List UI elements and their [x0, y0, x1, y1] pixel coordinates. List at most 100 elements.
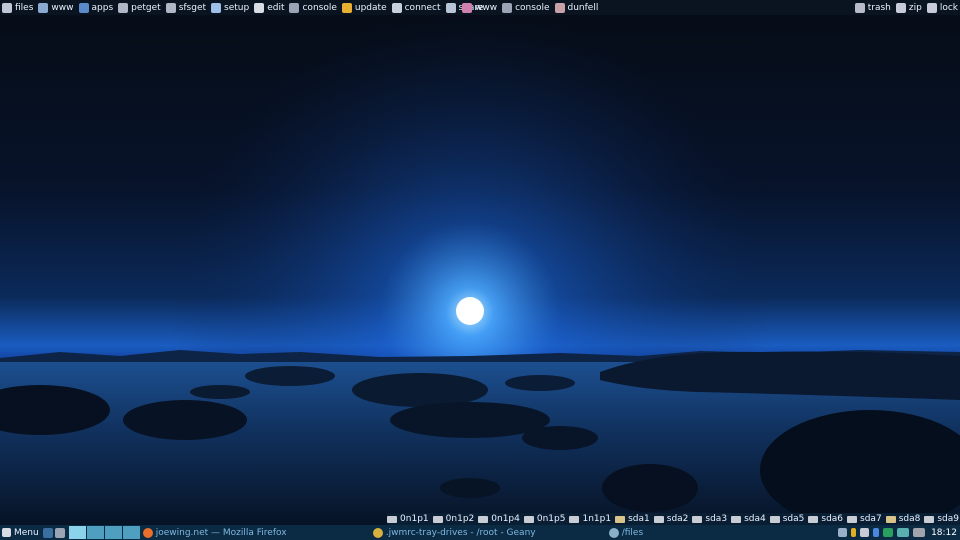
- drive-1n1p1[interactable]: 1n1p1: [569, 514, 611, 524]
- terminal-icon[interactable]: [54, 527, 65, 538]
- drive-label: 0n1p1: [400, 514, 429, 524]
- launcher-group-right: trash zip lock: [854, 0, 958, 15]
- drive-0n1p2[interactable]: 0n1p2: [432, 514, 475, 524]
- launcher-label: petget: [131, 2, 161, 13]
- drive-icon: [387, 515, 398, 523]
- drive-0n1p4[interactable]: 0n1p4: [478, 514, 520, 524]
- window-title: /files: [621, 527, 644, 538]
- desktop-pager: [68, 526, 141, 539]
- launcher-www[interactable]: www: [38, 2, 74, 13]
- launcher-label: files: [15, 2, 34, 13]
- battery-tray-icon[interactable]: [851, 528, 857, 537]
- memory-monitor-icon[interactable]: [897, 528, 910, 537]
- launcher-connect[interactable]: connect: [391, 2, 441, 13]
- pager-desktop-2[interactable]: [86, 526, 104, 539]
- launcher-trash[interactable]: trash: [854, 2, 891, 13]
- launcher-sfsget[interactable]: sfsget: [165, 2, 207, 13]
- bluetooth-tray-icon[interactable]: [873, 528, 880, 537]
- drive-icon: [523, 515, 534, 523]
- launcher-www[interactable]: www: [462, 2, 497, 13]
- drive-sda1[interactable]: sda1: [615, 514, 650, 524]
- launcher-zip[interactable]: zip: [895, 2, 922, 13]
- drive-sda7[interactable]: sda7: [847, 514, 882, 524]
- launcher-label: www: [51, 2, 74, 13]
- launcher-label: sfsget: [178, 2, 207, 13]
- network-tray-icon[interactable]: [838, 528, 848, 537]
- pager-desktop-3[interactable]: [104, 526, 122, 539]
- drive-sda2[interactable]: sda2: [653, 514, 689, 524]
- launcher-label: edit: [267, 2, 285, 13]
- taskbar-window-button[interactable]: /files: [608, 527, 689, 538]
- usb-drive-icon: [615, 515, 626, 523]
- launcher-label: lock: [939, 2, 958, 13]
- browser-icon: [462, 2, 472, 13]
- launcher-dunfell[interactable]: dunfell: [554, 2, 598, 13]
- launcher-update[interactable]: update: [341, 2, 387, 13]
- drive-label: 0n1p2: [445, 514, 475, 524]
- drive-sda9[interactable]: sda9: [924, 514, 959, 524]
- drive-sda5[interactable]: sda5: [769, 514, 805, 524]
- drive-sda3[interactable]: sda3: [692, 514, 727, 524]
- launcher-petget[interactable]: petget: [118, 2, 161, 13]
- dunfell-icon: [554, 2, 565, 13]
- pager-desktop-4[interactable]: [122, 526, 140, 539]
- volume-tray-icon[interactable]: [860, 528, 870, 537]
- launcher-label: trash: [867, 2, 891, 13]
- drive-icon: [478, 515, 489, 523]
- window-list: joewing.net — Mozilla Firefox .jwmrc-tray…: [141, 527, 689, 538]
- files-icon: [2, 2, 12, 13]
- drive-icon: [692, 515, 703, 523]
- drive-icon: [924, 515, 935, 523]
- drive-0n1p1[interactable]: 0n1p1: [387, 514, 429, 524]
- launcher-label: setup: [224, 2, 250, 13]
- terminal-icon: [289, 2, 300, 13]
- folder-icon: [608, 527, 619, 538]
- drive-label: sda3: [705, 514, 728, 524]
- network-icon: [391, 2, 402, 13]
- launcher-setup[interactable]: setup: [211, 2, 250, 13]
- taskbar-window-button[interactable]: joewing.net — Mozilla Firefox: [142, 527, 373, 538]
- drive-label: sda4: [744, 514, 766, 524]
- download-icon: [165, 2, 176, 13]
- drive-label: sda1: [628, 514, 650, 524]
- clock[interactable]: 18:12: [931, 528, 957, 538]
- launcher-lock[interactable]: lock: [926, 2, 958, 13]
- launcher-console[interactable]: console: [289, 2, 337, 13]
- drive-icon: [432, 515, 443, 523]
- launcher-apps[interactable]: apps: [78, 2, 113, 13]
- taskbar-window-button[interactable]: .jwmrc-tray-drives - /root - Geany: [372, 527, 609, 538]
- launcher-files[interactable]: files: [2, 2, 34, 13]
- drive-sda4[interactable]: sda4: [731, 514, 766, 524]
- system-tray: 18:12: [838, 525, 960, 540]
- desktop-wallpaper: [0, 0, 960, 540]
- menu-button[interactable]: Menu: [2, 528, 39, 538]
- cpu-monitor-icon[interactable]: [883, 528, 894, 537]
- wand-icon: [211, 2, 222, 13]
- drive-label: sda2: [666, 514, 689, 524]
- show-desktop-icon[interactable]: [42, 527, 53, 538]
- drive-label: sda5: [782, 514, 805, 524]
- drive-sda8[interactable]: sda8: [885, 514, 921, 524]
- launcher-console[interactable]: console: [502, 2, 550, 13]
- launcher-label: zip: [908, 2, 922, 13]
- launcher-label: connect: [404, 2, 441, 13]
- window-title: joewing.net — Mozilla Firefox: [155, 527, 287, 538]
- drive-label: 0n1p4: [491, 514, 520, 524]
- launcher-edit[interactable]: edit: [254, 2, 285, 13]
- drive-sda6[interactable]: sda6: [808, 514, 843, 524]
- apps-icon: [78, 2, 89, 13]
- top-launcher-panel: files www apps petget sfsget setup edit console…: [0, 0, 960, 15]
- drive-icon: [808, 515, 819, 523]
- drive-icon: [731, 515, 742, 523]
- launcher-label: update: [354, 2, 387, 13]
- geany-icon: [372, 527, 383, 538]
- trash-icon: [854, 2, 865, 13]
- pager-desktop-1[interactable]: [68, 526, 86, 539]
- drive-label: sda9: [937, 514, 959, 524]
- launcher-group-middle: www console dunfell: [462, 0, 598, 15]
- drive-label: sda8: [898, 514, 921, 524]
- moon: [456, 297, 484, 325]
- swap-monitor-icon[interactable]: [913, 528, 926, 537]
- launcher-label: console: [302, 2, 337, 13]
- drive-0n1p5[interactable]: 0n1p5: [523, 514, 565, 524]
